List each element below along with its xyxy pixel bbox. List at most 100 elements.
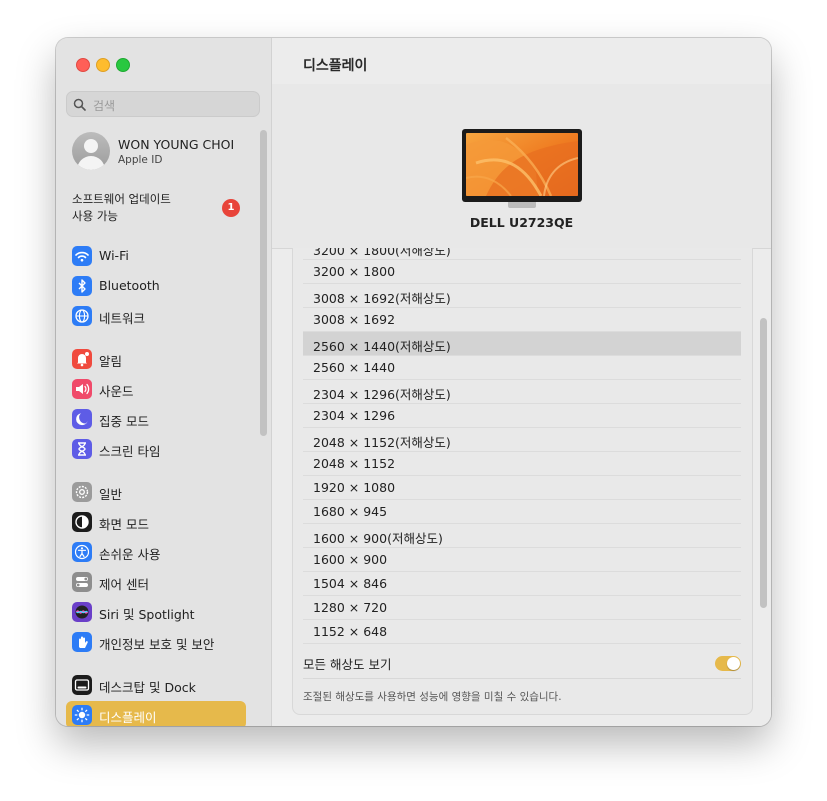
software-update-item[interactable]: 소프트웨어 업데이트 사용 가능 1	[72, 191, 252, 227]
resolution-option[interactable]: 3008 × 1692	[303, 308, 741, 332]
minimize-window-button[interactable]	[96, 58, 110, 72]
profile-name: WON YOUNG CHOI	[118, 137, 235, 152]
resolution-option[interactable]: 1152 × 648	[303, 620, 741, 644]
sidebar-item-label: 알림	[99, 354, 123, 369]
sidebar-item-globe[interactable]: 네트워크	[66, 302, 246, 330]
monitor-preview: DELL U2723QE	[272, 84, 771, 249]
apple-id-profile[interactable]: WON YOUNG CHOI Apple ID	[70, 130, 260, 174]
resolution-option[interactable]: 1280 × 720	[303, 596, 741, 620]
sidebar-item-hand[interactable]: 개인정보 보호 및 보안	[66, 628, 246, 656]
search-field[interactable]: 검색	[66, 91, 260, 117]
sidebar-item-gear[interactable]: 일반	[66, 478, 246, 506]
resolution-option[interactable]: 2560 × 1440(저해상도)	[303, 332, 741, 356]
sidebar: 검색 WON YOUNG CHOI Apple ID 소프트웨어 업데이트 사용…	[56, 38, 272, 726]
search-icon	[73, 98, 86, 111]
search-placeholder: 검색	[93, 99, 116, 113]
hourglass-icon	[72, 439, 92, 459]
sidebar-item-label: Wi-Fi	[99, 248, 129, 263]
hand-icon	[72, 632, 92, 652]
settings-window: 검색 WON YOUNG CHOI Apple ID 소프트웨어 업데이트 사용…	[56, 38, 771, 726]
resolution-label: 1152 × 648	[313, 624, 388, 639]
resolution-option[interactable]: 1504 × 846	[303, 572, 741, 596]
show-all-resolutions-row: 모든 해상도 보기	[303, 650, 741, 678]
sidebar-item-sun[interactable]: 디스플레이	[66, 701, 246, 726]
resolution-option[interactable]: 3200 × 1800	[303, 260, 741, 284]
page-title: 디스플레이	[303, 58, 368, 74]
resolution-option[interactable]: 1680 × 945	[303, 500, 741, 524]
wallpaper-preview	[466, 133, 578, 196]
sidebar-item-label: 제어 센터	[99, 577, 149, 592]
resolution-option[interactable]: 3008 × 1692(저해상도)	[303, 284, 741, 308]
display-pane: 디스플레이 DELL U2723QE 3200 × 1800(저해상도) 320…	[272, 38, 771, 726]
sidebar-scrollbar[interactable]	[260, 130, 267, 436]
sidebar-item-label: 일반	[99, 487, 123, 502]
sidebar-item-bell[interactable]: 알림	[66, 345, 246, 373]
sidebar-item-label: Bluetooth	[99, 278, 160, 293]
sidebar-item-label: 네트워크	[99, 311, 146, 326]
profile-subtitle: Apple ID	[118, 154, 163, 166]
sidebar-item-label: 사운드	[99, 384, 134, 399]
sidebar-item-bluetooth[interactable]: Bluetooth	[66, 272, 246, 300]
divider	[303, 678, 741, 679]
resolution-list: 3200 × 1800(저해상도) 3200 × 1800 3008 × 1692(…	[303, 248, 741, 644]
sidebar-item-label: 집중 모드	[99, 414, 149, 429]
sidebar-item-label: 스크린 타임	[99, 444, 161, 459]
resolution-label: 1504 × 846	[313, 576, 388, 591]
zoom-window-button[interactable]	[116, 58, 130, 72]
sidebar-item-wifi[interactable]: Wi-Fi	[66, 242, 246, 270]
resolution-option[interactable]: 1920 × 1080	[303, 476, 741, 500]
resolution-label: 1280 × 720	[313, 600, 388, 615]
resolution-option[interactable]: 1600 × 900(저해상도)	[303, 524, 741, 548]
resolution-panel: 3200 × 1800(저해상도) 3200 × 1800 3008 × 1692(…	[292, 248, 753, 715]
resolution-label: 2304 × 1296	[313, 408, 396, 423]
resolution-label: 1680 × 945	[313, 504, 388, 519]
monitor-icon[interactable]	[462, 129, 582, 202]
resolution-label: 2304 × 1296(저해상도)	[313, 387, 451, 402]
sidebar-item-label: Siri 및 Spotlight	[99, 607, 195, 622]
resolution-label: 1600 × 900	[313, 552, 388, 567]
resolution-option[interactable]: 3200 × 1800(저해상도)	[303, 248, 741, 260]
resolution-label: 1920 × 1080	[313, 480, 396, 495]
bell-icon	[72, 349, 92, 369]
avatar	[72, 132, 110, 170]
sidebar-item-accessibility[interactable]: 손쉬운 사용	[66, 538, 246, 566]
sidebar-item-label: 화면 모드	[99, 517, 149, 532]
bluetooth-icon	[72, 276, 92, 296]
sidebar-item-appearance[interactable]: 화면 모드	[66, 508, 246, 536]
update-count-badge: 1	[222, 199, 240, 217]
resolution-label: 2560 × 1440	[313, 360, 396, 375]
resolution-option[interactable]: 1600 × 900	[303, 548, 741, 572]
globe-icon	[72, 306, 92, 326]
monitor-stand	[508, 202, 536, 208]
resolution-option[interactable]: 2048 × 1152	[303, 452, 741, 476]
close-window-button[interactable]	[76, 58, 90, 72]
sidebar-item-siri[interactable]: Siri 및 Spotlight	[66, 598, 246, 626]
appearance-icon	[72, 512, 92, 532]
resolution-label: 2048 × 1152(저해상도)	[313, 435, 451, 450]
update-label-line1: 소프트웨어 업데이트	[72, 192, 171, 206]
sidebar-item-label: 데스크탑 및 Dock	[99, 680, 196, 695]
sidebar-item-moon[interactable]: 집중 모드	[66, 405, 246, 433]
speaker-icon	[72, 379, 92, 399]
wifi-icon	[72, 246, 92, 266]
resolution-label: 2560 × 1440(저해상도)	[313, 339, 451, 354]
sidebar-item-label: 손쉬운 사용	[99, 547, 161, 562]
resolution-label: 3008 × 1692(저해상도)	[313, 291, 451, 306]
sidebar-item-switches[interactable]: 제어 센터	[66, 568, 246, 596]
resolution-option[interactable]: 2304 × 1296	[303, 404, 741, 428]
sidebar-item-dock[interactable]: 데스크탑 및 Dock	[66, 671, 246, 699]
accessibility-icon	[72, 542, 92, 562]
siri-icon	[72, 602, 92, 622]
sidebar-item-speaker[interactable]: 사운드	[66, 375, 246, 403]
sidebar-item-label: 디스플레이	[99, 710, 157, 725]
show-all-resolutions-toggle[interactable]	[715, 656, 741, 671]
resolution-option[interactable]: 2560 × 1440	[303, 356, 741, 380]
resolution-label: 3008 × 1692	[313, 312, 396, 327]
performance-note: 조절된 해상도를 사용하면 성능에 영향을 미칠 수 있습니다.	[303, 691, 562, 703]
resolution-option[interactable]: 2304 × 1296(저해상도)	[303, 380, 741, 404]
sidebar-item-hourglass[interactable]: 스크린 타임	[66, 435, 246, 463]
update-label-line2: 사용 가능	[72, 209, 118, 223]
resolution-label: 1600 × 900(저해상도)	[313, 531, 443, 546]
main-scrollbar[interactable]	[760, 318, 767, 608]
resolution-option[interactable]: 2048 × 1152(저해상도)	[303, 428, 741, 452]
